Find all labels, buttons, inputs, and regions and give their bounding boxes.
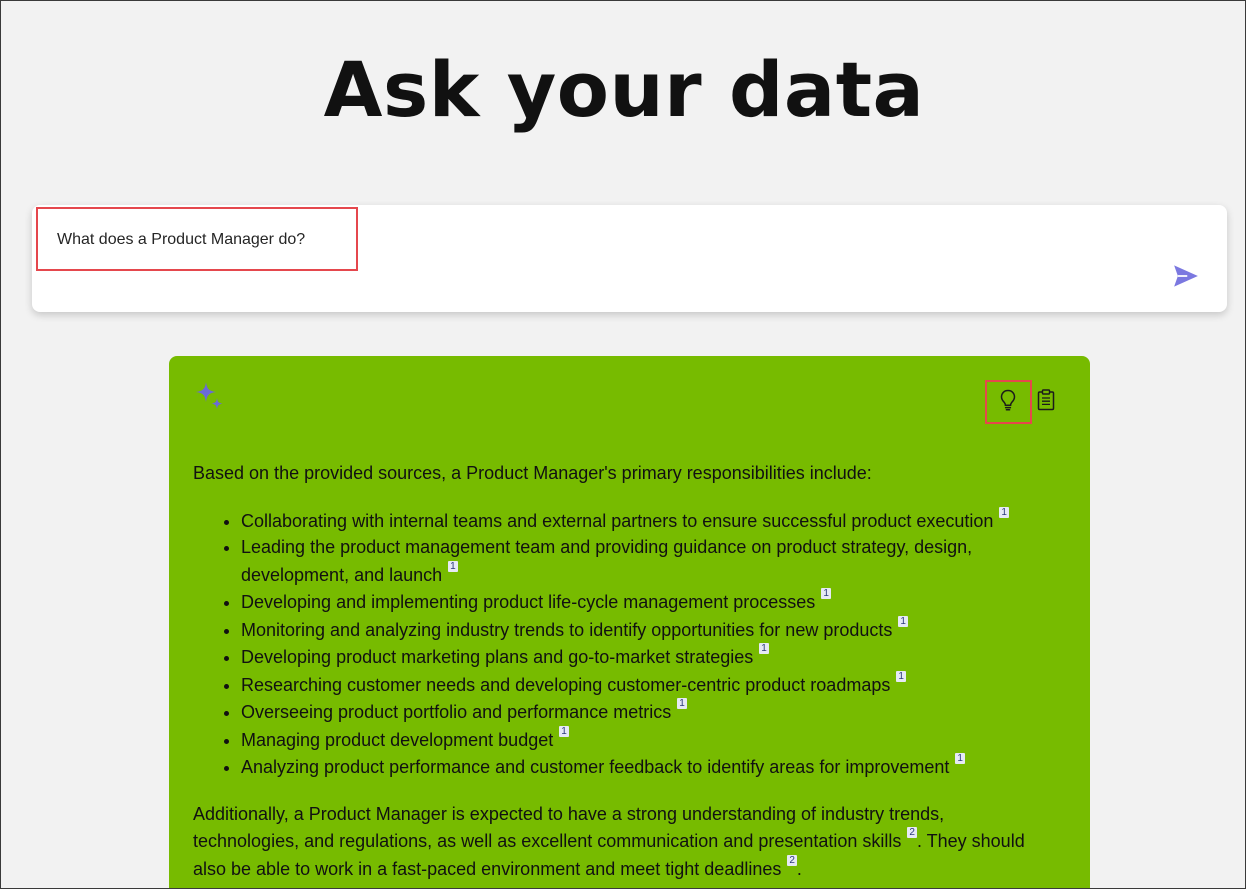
citation-badge[interactable]: 1 bbox=[759, 643, 769, 654]
list-item: Overseeing product portfolio and perform… bbox=[241, 698, 1053, 726]
list-item: Monitoring and analyzing industry trends… bbox=[241, 615, 1053, 644]
list-item: Leading the product management team and … bbox=[241, 534, 1053, 588]
citation-badge[interactable]: 1 bbox=[999, 506, 1009, 518]
send-icon[interactable] bbox=[1171, 261, 1201, 291]
answer-card: Based on the provided sources, a Product… bbox=[169, 356, 1090, 888]
list-item: Collaborating with internal teams and ex… bbox=[241, 506, 1053, 535]
answer-closing: Additionally, a Product Manager is expec… bbox=[193, 803, 1025, 879]
citation-badge[interactable]: 1 bbox=[896, 670, 906, 682]
sparkle-icon bbox=[196, 382, 223, 410]
question-input[interactable]: What does a Product Manager do? bbox=[36, 207, 358, 271]
citation-badge[interactable]: 1 bbox=[559, 725, 569, 737]
lightbulb-icon[interactable] bbox=[997, 388, 1019, 412]
list-item: Analyzing product performance and custom… bbox=[241, 753, 1053, 781]
app-window: Ask your data What does a Product Manage… bbox=[0, 0, 1246, 889]
citation-badge[interactable]: 1 bbox=[821, 588, 831, 599]
clipboard-icon[interactable] bbox=[1036, 389, 1056, 411]
citation-badge[interactable]: 1 bbox=[898, 615, 908, 627]
list-item: Researching customer needs and developin… bbox=[241, 670, 1053, 699]
responsibility-list: Collaborating with internal teams and ex… bbox=[193, 506, 1053, 781]
citation-badge[interactable]: 1 bbox=[955, 753, 965, 764]
answer-body: Based on the provided sources, a Product… bbox=[193, 460, 1053, 882]
list-item: Developing and implementing product life… bbox=[241, 588, 1053, 616]
page-title: Ask your data bbox=[323, 45, 925, 134]
ask-box: What does a Product Manager do? bbox=[32, 205, 1227, 312]
citation-badge[interactable]: 1 bbox=[677, 698, 687, 709]
list-item: Developing product marketing plans and g… bbox=[241, 643, 1053, 671]
citation-badge[interactable]: 2 bbox=[787, 854, 797, 866]
citation-badge[interactable]: 1 bbox=[448, 560, 458, 572]
citation-badge[interactable]: 2 bbox=[907, 827, 917, 838]
answer-intro: Based on the provided sources, a Product… bbox=[193, 463, 872, 483]
list-item: Managing product development budget1 bbox=[241, 725, 1053, 754]
